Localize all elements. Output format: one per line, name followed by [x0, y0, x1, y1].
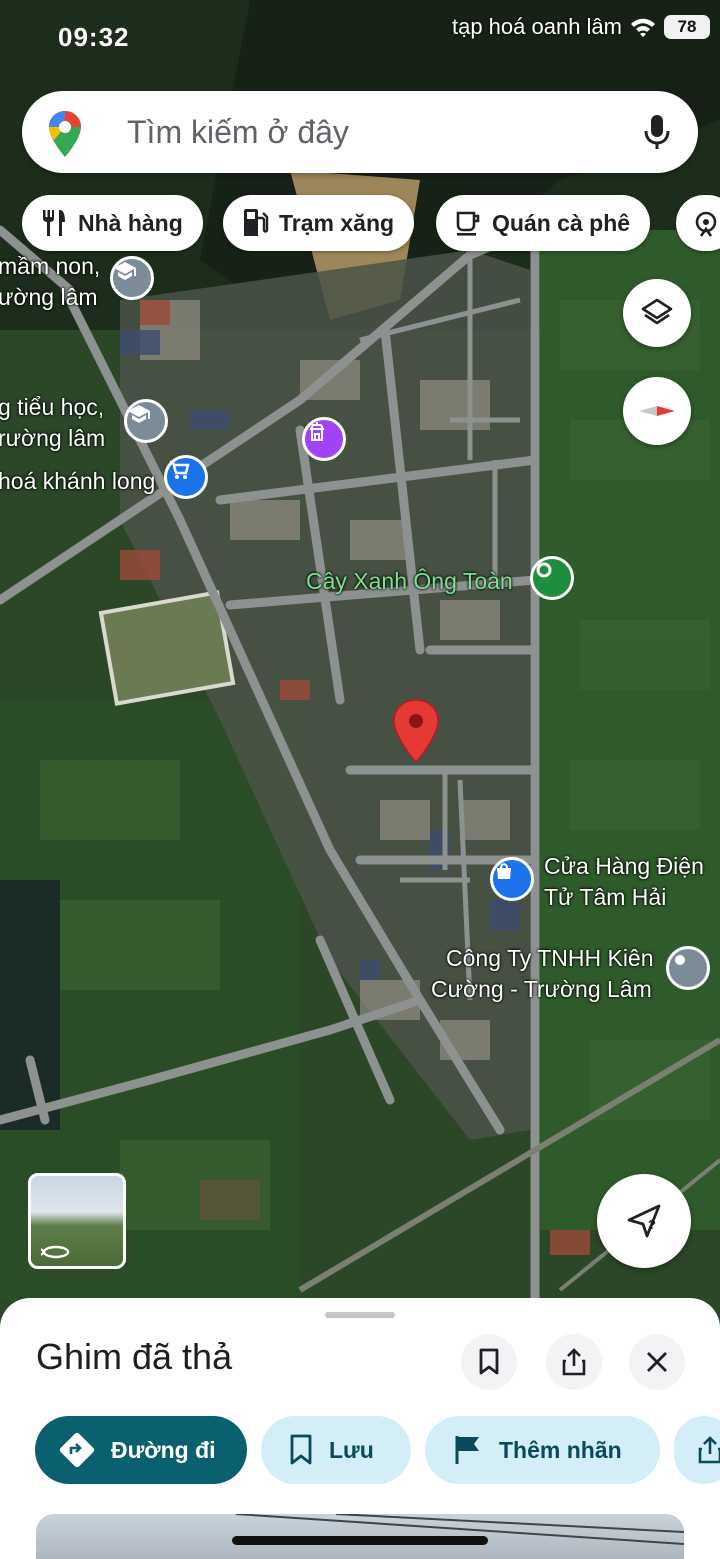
park-icon[interactable]	[530, 556, 574, 600]
map-label-khanh-long-shop[interactable]: hoá khánh long	[0, 466, 155, 497]
chip-coffee-label: Quán cà phê	[492, 209, 631, 236]
compass-icon	[639, 406, 675, 416]
map-label-electronics-store[interactable]: Cửa Hàng Điện	[544, 851, 704, 882]
google-maps-logo-icon	[49, 111, 81, 157]
navigation-arrow-icon: ?	[627, 1204, 661, 1238]
save-bookmark-button[interactable]	[461, 1334, 517, 1390]
bottom-sheet[interactable]: Ghim đã thả Đường đi Lưu Thêm nhãn	[0, 1298, 720, 1559]
coffee-icon	[456, 211, 480, 236]
flag-icon	[455, 1436, 479, 1464]
compass-button[interactable]	[623, 377, 691, 445]
map-label-primary-school[interactable]: g tiểu học,	[0, 392, 104, 423]
layers-button[interactable]	[623, 279, 691, 347]
street-view-thumbnail[interactable]	[28, 1173, 126, 1269]
share-action-button[interactable]	[674, 1416, 720, 1484]
close-button[interactable]	[629, 1334, 685, 1390]
layers-icon	[641, 298, 673, 325]
chip-gas-stations[interactable]: Trạm xăng	[223, 195, 415, 251]
status-right: tạp hoá oanh lâm 78	[452, 14, 710, 40]
bookmark-icon	[479, 1348, 499, 1375]
school-icon[interactable]	[110, 256, 154, 300]
map-label-kindergarten-line2[interactable]: ường lâm	[0, 282, 98, 313]
directions-label: Đường đi	[111, 1436, 216, 1463]
sheet-drag-handle[interactable]	[325, 1312, 395, 1318]
map-label-company[interactable]: Công Ty TNHH Kiên	[446, 943, 654, 974]
directions-icon	[59, 1432, 95, 1468]
temple-icon[interactable]	[302, 417, 346, 461]
share-icon	[562, 1348, 586, 1376]
status-time: 09:32	[58, 22, 130, 52]
shopping-bag-icon[interactable]	[490, 857, 534, 901]
bookmark-icon	[290, 1434, 312, 1465]
battery-indicator: 78	[664, 15, 710, 39]
map-label-top-shop[interactable]: tạp hoá oanh lâm	[452, 14, 622, 40]
shopping-cart-icon[interactable]	[164, 455, 208, 499]
share-icon	[698, 1436, 720, 1464]
search-bar[interactable]: Tìm kiếm ở đây	[22, 91, 698, 173]
map-label-electronics-store-line2[interactable]: Tử Tâm Hải	[544, 882, 666, 913]
map-label-company-line2[interactable]: Cường - Trường Lâm	[431, 974, 652, 1005]
attraction-icon	[695, 211, 717, 237]
chip-restaurants-label: Nhà hàng	[78, 209, 183, 236]
home-indicator[interactable]	[232, 1536, 488, 1545]
sheet-title: Ghim đã thả	[36, 1336, 233, 1377]
directions-button[interactable]: Đường đi	[35, 1416, 247, 1484]
street-view-icon	[41, 1245, 70, 1259]
microphone-icon[interactable]	[642, 113, 672, 151]
search-input[interactable]: Tìm kiếm ở đây	[127, 91, 349, 173]
map-label-cay-xanh[interactable]: Cây Xanh Ông Toàn	[306, 566, 513, 597]
chip-restaurants[interactable]: Nhà hàng	[22, 195, 203, 251]
svg-text:?: ?	[648, 1217, 656, 1232]
chip-gas-stations-label: Trạm xăng	[279, 209, 395, 236]
wifi-icon	[631, 18, 655, 37]
save-label: Lưu	[329, 1436, 374, 1463]
save-button[interactable]: Lưu	[261, 1416, 411, 1484]
place-icon[interactable]	[666, 946, 710, 990]
chip-coffee[interactable]: Quán cà phê	[436, 195, 651, 251]
gas-station-icon	[244, 209, 269, 236]
map-label-kindergarten[interactable]: mầm non,	[0, 251, 100, 282]
add-label-button[interactable]: Thêm nhãn	[425, 1416, 660, 1484]
map-label-primary-school-line2[interactable]: rường lâm	[0, 423, 105, 454]
add-label-label: Thêm nhãn	[499, 1436, 622, 1463]
dropped-pin-icon[interactable]	[392, 698, 440, 764]
school-icon[interactable]	[124, 399, 168, 443]
close-icon	[647, 1352, 667, 1372]
directions-nav-button[interactable]: ?	[597, 1174, 691, 1268]
restaurant-icon	[43, 210, 65, 236]
share-button[interactable]	[546, 1334, 602, 1390]
